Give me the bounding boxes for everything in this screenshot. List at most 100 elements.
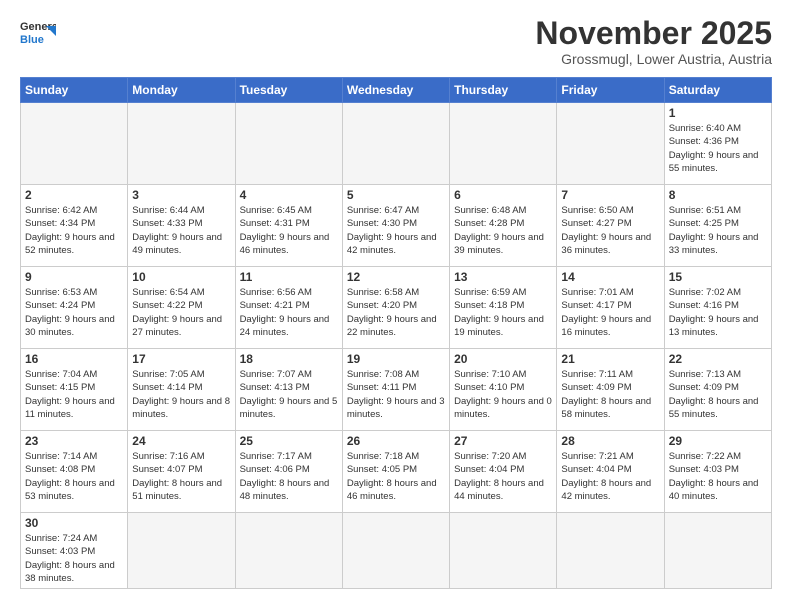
day-number: 4: [240, 188, 338, 202]
logo: General Blue: [20, 16, 56, 48]
day-number: 20: [454, 352, 552, 366]
day-info: Sunrise: 6:51 AM Sunset: 4:25 PM Dayligh…: [669, 204, 767, 257]
day-info: Sunrise: 6:54 AM Sunset: 4:22 PM Dayligh…: [132, 286, 230, 339]
calendar-day: 2Sunrise: 6:42 AM Sunset: 4:34 PM Daylig…: [21, 185, 128, 267]
day-info: Sunrise: 7:04 AM Sunset: 4:15 PM Dayligh…: [25, 368, 123, 421]
day-number: 1: [669, 106, 767, 120]
calendar-day: 7 Sunrise: 6:50 AM Sunset: 4:27 PM Daylig…: [557, 185, 664, 267]
day-info: Sunrise: 6:45 AM Sunset: 4:31 PM Dayligh…: [240, 204, 338, 257]
day-number: 28: [561, 434, 659, 448]
month-title: November 2025: [535, 16, 772, 51]
calendar-day: 3 Sunrise: 6:44 AM Sunset: 4:33 PM Daylig…: [128, 185, 235, 267]
day-info: Sunrise: 7:24 AM Sunset: 4:03 PM Dayligh…: [25, 532, 123, 585]
day-number: 5: [347, 188, 445, 202]
calendar-day: 18 Sunrise: 7:07 AM Sunset: 4:13 PM Dayli…: [235, 349, 342, 431]
day-number: 23: [25, 434, 123, 448]
day-info: Sunrise: 6:59 AM Sunset: 4:18 PM Dayligh…: [454, 286, 552, 339]
calendar-day: 1 Sunrise: 6:40 AM Sunset: 4:36 PM Daylig…: [664, 103, 771, 185]
calendar-day: 5 Sunrise: 6:47 AM Sunset: 4:30 PM Daylig…: [342, 185, 449, 267]
calendar-day: 6 Sunrise: 6:48 AM Sunset: 4:28 PM Daylig…: [450, 185, 557, 267]
calendar-day: [557, 103, 664, 185]
calendar-day: 30 Sunrise: 7:24 AM Sunset: 4:03 PM Dayli…: [21, 513, 128, 589]
calendar-day: 28 Sunrise: 7:21 AM Sunset: 4:04 PM Dayli…: [557, 431, 664, 513]
day-info: Sunrise: 7:10 AM Sunset: 4:10 PM Dayligh…: [454, 368, 552, 421]
day-info: Sunrise: 7:11 AM Sunset: 4:09 PM Dayligh…: [561, 368, 659, 421]
day-info: Sunrise: 6:48 AM Sunset: 4:28 PM Dayligh…: [454, 204, 552, 257]
calendar-day: 8 Sunrise: 6:51 AM Sunset: 4:25 PM Daylig…: [664, 185, 771, 267]
day-number: 9: [25, 270, 123, 284]
calendar-day: [235, 103, 342, 185]
calendar-day: 10Sunrise: 6:54 AM Sunset: 4:22 PM Dayli…: [128, 267, 235, 349]
day-info: Sunrise: 7:20 AM Sunset: 4:04 PM Dayligh…: [454, 450, 552, 503]
day-info: Sunrise: 6:50 AM Sunset: 4:27 PM Dayligh…: [561, 204, 659, 257]
day-info: Sunrise: 7:02 AM Sunset: 4:16 PM Dayligh…: [669, 286, 767, 339]
day-info: Sunrise: 7:18 AM Sunset: 4:05 PM Dayligh…: [347, 450, 445, 503]
weekday-header-thursday: Thursday: [450, 78, 557, 103]
day-info: Sunrise: 7:14 AM Sunset: 4:08 PM Dayligh…: [25, 450, 123, 503]
day-number: 26: [347, 434, 445, 448]
weekday-header-row: SundayMondayTuesdayWednesdayThursdayFrid…: [21, 78, 772, 103]
day-number: 27: [454, 434, 552, 448]
weekday-header-tuesday: Tuesday: [235, 78, 342, 103]
calendar-day: 4 Sunrise: 6:45 AM Sunset: 4:31 PM Daylig…: [235, 185, 342, 267]
location-subtitle: Grossmugl, Lower Austria, Austria: [535, 51, 772, 67]
weekday-header-saturday: Saturday: [664, 78, 771, 103]
day-number: 19: [347, 352, 445, 366]
calendar-day: 21Sunrise: 7:11 AM Sunset: 4:09 PM Dayli…: [557, 349, 664, 431]
calendar-week-1: 1 Sunrise: 6:40 AM Sunset: 4:36 PM Daylig…: [21, 103, 772, 185]
day-info: Sunrise: 6:42 AM Sunset: 4:34 PM Dayligh…: [25, 204, 123, 257]
calendar-day: 16Sunrise: 7:04 AM Sunset: 4:15 PM Dayli…: [21, 349, 128, 431]
weekday-header-wednesday: Wednesday: [342, 78, 449, 103]
day-info: Sunrise: 7:01 AM Sunset: 4:17 PM Dayligh…: [561, 286, 659, 339]
calendar-day: 26 Sunrise: 7:18 AM Sunset: 4:05 PM Dayli…: [342, 431, 449, 513]
calendar-day: [450, 513, 557, 589]
day-number: 17: [132, 352, 230, 366]
calendar-week-5: 23 Sunrise: 7:14 AM Sunset: 4:08 PM Dayli…: [21, 431, 772, 513]
day-info: Sunrise: 6:53 AM Sunset: 4:24 PM Dayligh…: [25, 286, 123, 339]
day-info: Sunrise: 7:07 AM Sunset: 4:13 PM Dayligh…: [240, 368, 338, 421]
calendar-day: 22 Sunrise: 7:13 AM Sunset: 4:09 PM Dayli…: [664, 349, 771, 431]
calendar-day: [342, 103, 449, 185]
day-number: 13: [454, 270, 552, 284]
day-info: Sunrise: 7:13 AM Sunset: 4:09 PM Dayligh…: [669, 368, 767, 421]
calendar-day: [557, 513, 664, 589]
calendar-day: [21, 103, 128, 185]
weekday-header-friday: Friday: [557, 78, 664, 103]
calendar-day: 14 Sunrise: 7:01 AM Sunset: 4:17 PM Dayli…: [557, 267, 664, 349]
day-number: 18: [240, 352, 338, 366]
title-block: November 2025 Grossmugl, Lower Austria, …: [535, 16, 772, 67]
calendar-day: 13 Sunrise: 6:59 AM Sunset: 4:18 PM Dayli…: [450, 267, 557, 349]
day-number: 8: [669, 188, 767, 202]
day-info: Sunrise: 6:40 AM Sunset: 4:36 PM Dayligh…: [669, 122, 767, 175]
day-number: 29: [669, 434, 767, 448]
day-info: Sunrise: 6:44 AM Sunset: 4:33 PM Dayligh…: [132, 204, 230, 257]
page-header: General Blue November 2025 Grossmugl, Lo…: [20, 16, 772, 67]
day-info: Sunrise: 7:05 AM Sunset: 4:14 PM Dayligh…: [132, 368, 230, 421]
calendar-week-2: 2Sunrise: 6:42 AM Sunset: 4:34 PM Daylig…: [21, 185, 772, 267]
day-info: Sunrise: 6:56 AM Sunset: 4:21 PM Dayligh…: [240, 286, 338, 339]
calendar-day: [128, 103, 235, 185]
day-info: Sunrise: 6:47 AM Sunset: 4:30 PM Dayligh…: [347, 204, 445, 257]
calendar-week-4: 16Sunrise: 7:04 AM Sunset: 4:15 PM Dayli…: [21, 349, 772, 431]
day-number: 22: [669, 352, 767, 366]
calendar-day: 9 Sunrise: 6:53 AM Sunset: 4:24 PM Daylig…: [21, 267, 128, 349]
day-number: 14: [561, 270, 659, 284]
day-number: 30: [25, 516, 123, 530]
day-number: 25: [240, 434, 338, 448]
day-info: Sunrise: 7:17 AM Sunset: 4:06 PM Dayligh…: [240, 450, 338, 503]
day-number: 3: [132, 188, 230, 202]
logo-icon: General Blue: [20, 16, 56, 48]
day-number: 24: [132, 434, 230, 448]
day-info: Sunrise: 7:22 AM Sunset: 4:03 PM Dayligh…: [669, 450, 767, 503]
calendar-week-3: 9 Sunrise: 6:53 AM Sunset: 4:24 PM Daylig…: [21, 267, 772, 349]
day-info: Sunrise: 7:08 AM Sunset: 4:11 PM Dayligh…: [347, 368, 445, 421]
calendar-week-6: 30 Sunrise: 7:24 AM Sunset: 4:03 PM Dayli…: [21, 513, 772, 589]
calendar-day: [128, 513, 235, 589]
calendar-day: 24Sunrise: 7:16 AM Sunset: 4:07 PM Dayli…: [128, 431, 235, 513]
calendar-day: 25 Sunrise: 7:17 AM Sunset: 4:06 PM Dayli…: [235, 431, 342, 513]
day-info: Sunrise: 7:21 AM Sunset: 4:04 PM Dayligh…: [561, 450, 659, 503]
day-number: 7: [561, 188, 659, 202]
calendar-day: [664, 513, 771, 589]
calendar-day: 17 Sunrise: 7:05 AM Sunset: 4:14 PM Dayli…: [128, 349, 235, 431]
day-number: 6: [454, 188, 552, 202]
